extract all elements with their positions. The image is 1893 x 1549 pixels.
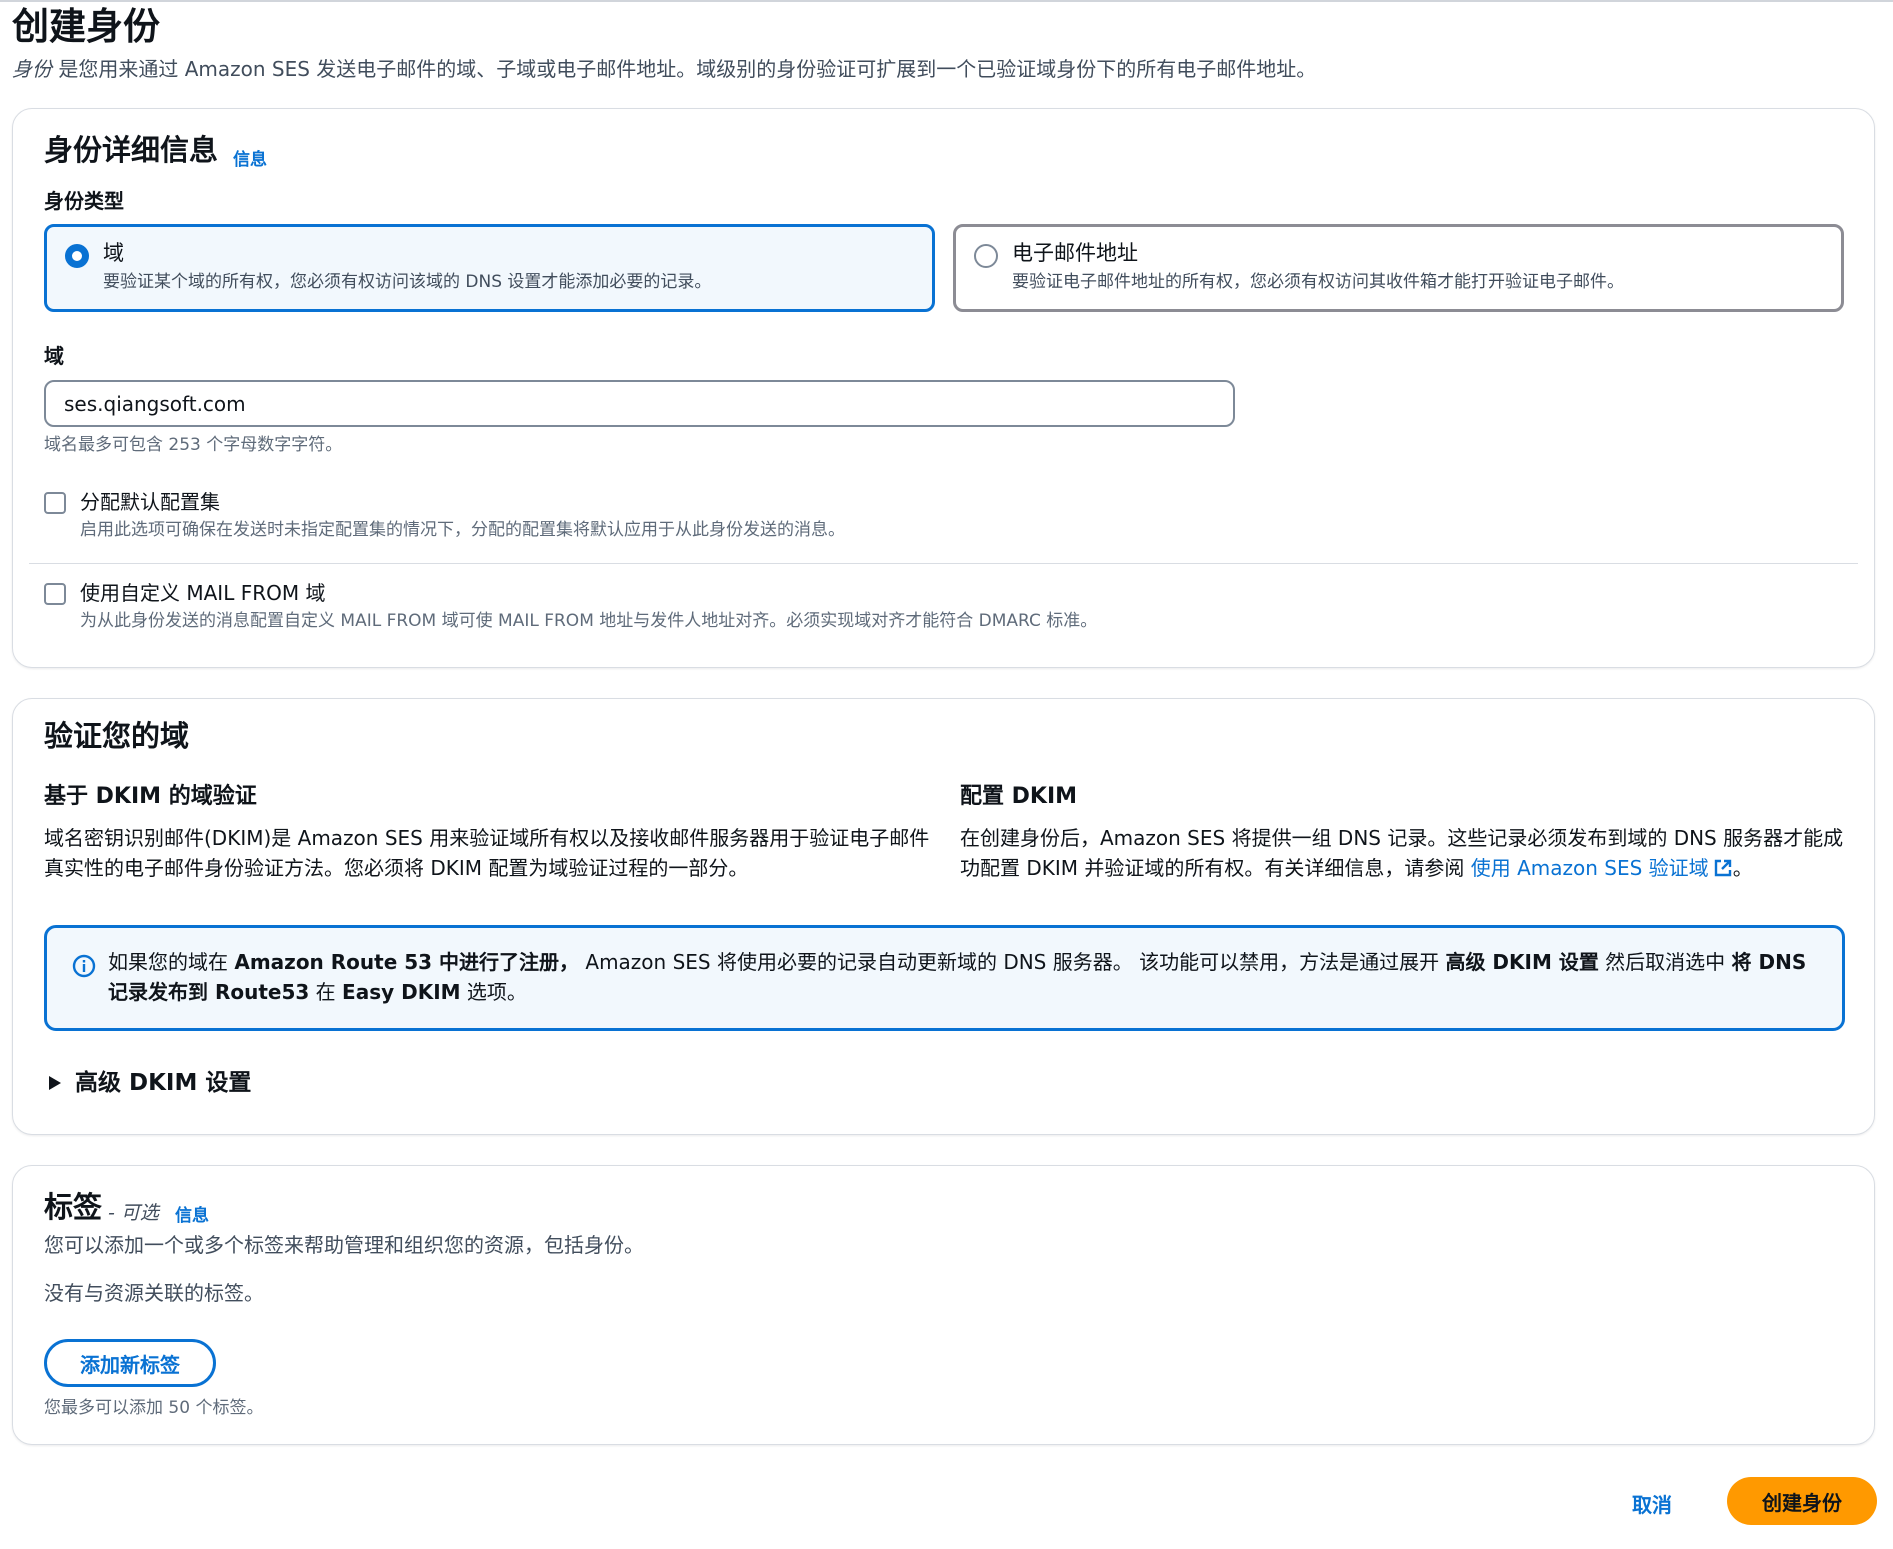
- tags-limit-hint: 您最多可以添加 50 个标签。: [44, 1398, 264, 1418]
- domain-hint: 域名最多可包含 253 个字母数字字符。: [44, 435, 343, 455]
- page-description: 身份 是您用来通过 Amazon SES 发送电子邮件的域、子域或电子邮件地址。…: [12, 55, 1316, 83]
- page-title: 创建身份: [12, 5, 160, 48]
- advanced-dkim-label: 高级 DKIM 设置: [75, 1070, 252, 1096]
- default-config-set-description: 启用此选项可确保在发送时未指定配置集的情况下，分配的配置集将默认应用于从此身份发…: [80, 520, 845, 540]
- email-option-description: 要验证电子邮件地址的所有权，您必须有权访问其收件箱才能打开验证电子邮件。: [1012, 272, 1624, 292]
- email-radio-button[interactable]: [974, 244, 998, 268]
- identity-type-domain-option[interactable]: 域 要验证某个域的所有权，您必须有权访问该域的 DNS 设置才能添加必要的记录。: [44, 224, 935, 312]
- dkim-verification-heading: 基于 DKIM 的域验证: [44, 784, 257, 809]
- alert-text-part: 然后取消选中: [1598, 950, 1732, 974]
- custom-mail-from-title: 使用自定义 MAIL FROM 域: [80, 581, 326, 605]
- desc-italic: 身份: [12, 57, 52, 81]
- tags-card: 标签 - 可选 信息 您可以添加一个或多个标签来帮助管理和组织您的资源，包括身份…: [12, 1165, 1875, 1445]
- tags-description: 您可以添加一个或多个标签来帮助管理和组织您的资源，包括身份。: [44, 1233, 644, 1257]
- domain-option-title: 域: [103, 241, 124, 265]
- alert-text-part: Amazon SES 将使用必要的记录自动更新域的 DNS 服务器。 该功能可以…: [579, 950, 1446, 974]
- alert-text-part: 如果您的域在: [108, 950, 235, 974]
- configure-dkim-text: 在创建身份后，Amazon SES 将提供一组 DNS 记录。这些记录必须发布到…: [960, 823, 1850, 883]
- domain-input[interactable]: [44, 380, 1235, 427]
- identity-details-card: 身份详细信息 信息 身份类型 域 要验证某个域的所有权，您必须有权访问该域的 D…: [12, 108, 1875, 668]
- tags-title: 标签: [44, 1190, 103, 1224]
- create-identity-page: 创建身份 身份 是您用来通过 Amazon SES 发送电子邮件的域、子域或电子…: [0, 0, 1893, 1549]
- identity-type-email-option[interactable]: 电子邮件地址 要验证电子邮件地址的所有权，您必须有权访问其收件箱才能打开验证电子…: [953, 224, 1844, 312]
- add-new-tag-button[interactable]: 添加新标签: [44, 1339, 216, 1387]
- tags-optional-label: - 可选: [108, 1202, 159, 1224]
- top-divider: [0, 0, 1893, 2]
- custom-mail-from-description: 为从此身份发送的消息配置自定义 MAIL FROM 域可使 MAIL FROM …: [80, 611, 1098, 631]
- configure-dkim-end: 。: [1732, 856, 1753, 880]
- verify-domain-card: 验证您的域 基于 DKIM 的域验证 域名密钥识别邮件(DKIM)是 Amazo…: [12, 698, 1875, 1135]
- alert-text-part: 选项。: [460, 980, 527, 1004]
- alert-text-part: 在: [309, 980, 343, 1004]
- alert-bold-easy-dkim: Easy DKIM: [342, 980, 461, 1004]
- email-option-title: 电子邮件地址: [1012, 241, 1138, 265]
- alert-bold-advanced: 高级 DKIM 设置: [1445, 950, 1599, 974]
- verify-domain-title: 验证您的域: [44, 719, 190, 753]
- default-config-set-checkbox[interactable]: [44, 492, 66, 514]
- alert-text: 如果您的域在 Amazon Route 53 中进行了注册， Amazon SE…: [108, 947, 1828, 1007]
- custom-mail-from-checkbox[interactable]: [44, 583, 66, 605]
- domain-radio-button[interactable]: [65, 244, 89, 268]
- desc-text: 是您用来通过 Amazon SES 发送电子邮件的域、子域或电子邮件地址。域级别…: [52, 57, 1317, 81]
- default-config-set-title: 分配默认配置集: [80, 490, 220, 514]
- dkim-verification-text: 域名密钥识别邮件(DKIM)是 Amazon SES 用来验证域所有权以及接收邮…: [44, 826, 930, 880]
- identity-details-info-link[interactable]: 信息: [233, 145, 267, 170]
- tags-info-link[interactable]: 信息: [175, 1201, 209, 1226]
- caret-right-icon: [49, 1076, 61, 1090]
- info-icon: [72, 954, 96, 978]
- verify-domain-doc-link[interactable]: 使用 Amazon SES 验证域: [1471, 856, 1733, 880]
- alert-bold-route53: Amazon Route 53 中进行了注册，: [234, 950, 580, 974]
- route53-info-alert: 如果您的域在 Amazon Route 53 中进行了注册， Amazon SE…: [44, 925, 1845, 1031]
- section-divider: [29, 563, 1858, 564]
- configure-dkim-heading: 配置 DKIM: [960, 784, 1078, 809]
- identity-type-label: 身份类型: [44, 189, 124, 213]
- identity-details-title: 身份详细信息: [44, 133, 219, 167]
- tags-empty-text: 没有与资源关联的标签。: [44, 1281, 264, 1305]
- domain-option-description: 要验证某个域的所有权，您必须有权访问该域的 DNS 设置才能添加必要的记录。: [103, 272, 712, 292]
- cancel-button[interactable]: 取消: [1612, 1479, 1692, 1527]
- external-link-icon: [1714, 859, 1731, 877]
- create-identity-button[interactable]: 创建身份: [1727, 1477, 1877, 1525]
- domain-field-label: 域: [44, 344, 64, 368]
- verify-domain-doc-link-label: 使用 Amazon SES 验证域: [1470, 856, 1709, 880]
